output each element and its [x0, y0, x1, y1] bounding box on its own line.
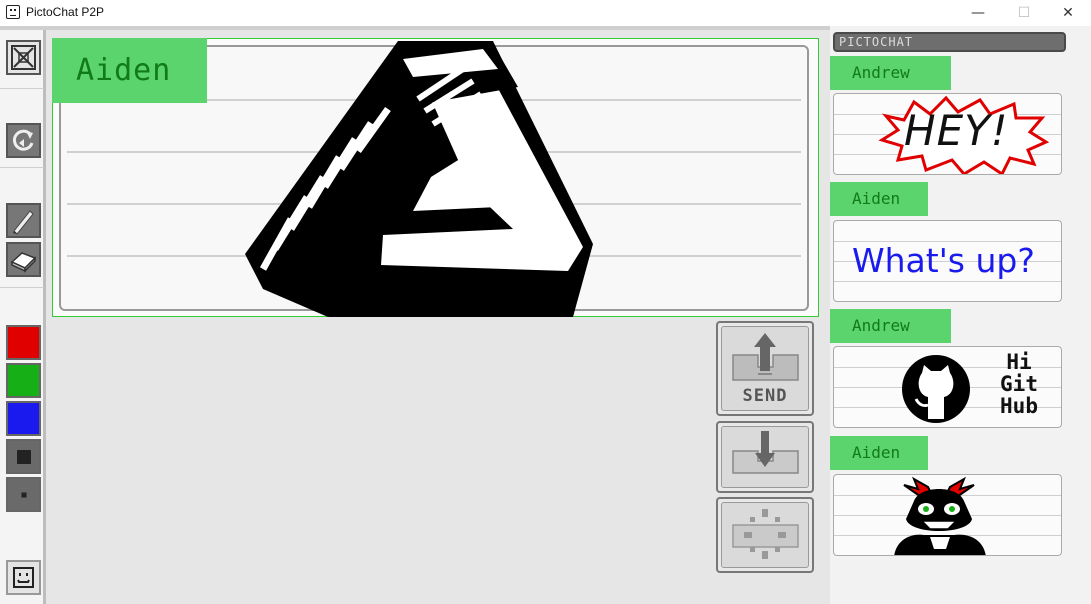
- chat-panel: PICTOCHAT Andrew HEY! Aiden What's up? A…: [830, 26, 1091, 604]
- chat-message: HEY!: [833, 93, 1062, 175]
- minimize-button[interactable]: —: [955, 0, 1001, 26]
- eraser-button[interactable]: [6, 242, 41, 277]
- message-sender: Andrew: [830, 56, 951, 90]
- color-blue-button[interactable]: [6, 401, 41, 436]
- color-red-button[interactable]: [6, 325, 41, 360]
- message-sender: Aiden: [830, 436, 928, 470]
- chat-message: Hi Git Hub: [833, 346, 1062, 428]
- tool-sidebar: [0, 30, 46, 604]
- copy-button[interactable]: [716, 421, 814, 493]
- pen-size-small-button[interactable]: [6, 477, 41, 512]
- canvas-author-tag: Aiden: [52, 38, 207, 103]
- clear-burst-icon: [732, 509, 799, 559]
- large-dot-icon: [16, 449, 31, 464]
- send-arrow-icon: [732, 333, 799, 381]
- color-green-button[interactable]: [6, 363, 41, 398]
- close-room-icon: [11, 45, 36, 70]
- clear-button[interactable]: [716, 497, 814, 573]
- window-title: PictoChat P2P: [26, 5, 105, 19]
- pictochat-app-icon: [6, 5, 20, 19]
- character-sketch-drawing: [894, 476, 986, 555]
- chat-message: [833, 474, 1062, 556]
- chat-message: What's up?: [833, 220, 1062, 302]
- title-bar: PictoChat P2P — ☐ ✕: [0, 0, 1091, 26]
- close-room-button[interactable]: [6, 40, 41, 75]
- small-dot-icon: [21, 492, 26, 497]
- message-sender: Aiden: [830, 182, 928, 216]
- chat-header: PICTOCHAT: [833, 32, 1066, 52]
- pencil-button[interactable]: [6, 203, 41, 238]
- maximize-button[interactable]: ☐: [1001, 0, 1047, 26]
- smiley-button[interactable]: [6, 560, 41, 595]
- whats-up-text: What's up?: [852, 241, 1035, 280]
- send-label: SEND: [742, 386, 788, 406]
- rotate-button[interactable]: [6, 123, 41, 158]
- pen-size-large-button[interactable]: [6, 439, 41, 474]
- send-button[interactable]: SEND: [716, 321, 814, 416]
- eraser-icon: [10, 252, 37, 273]
- hey-text: HEY!: [904, 106, 1009, 155]
- rotate-icon: [12, 129, 34, 151]
- copy-down-icon: [732, 431, 799, 474]
- close-window-button[interactable]: ✕: [1045, 0, 1091, 26]
- message-sender: Andrew: [830, 309, 951, 343]
- hi-github-text: Hi Git Hub: [1000, 350, 1038, 418]
- smiley-icon: [13, 567, 34, 588]
- pencil-icon: [13, 210, 34, 235]
- drawing-canvas[interactable]: Aiden: [52, 38, 819, 317]
